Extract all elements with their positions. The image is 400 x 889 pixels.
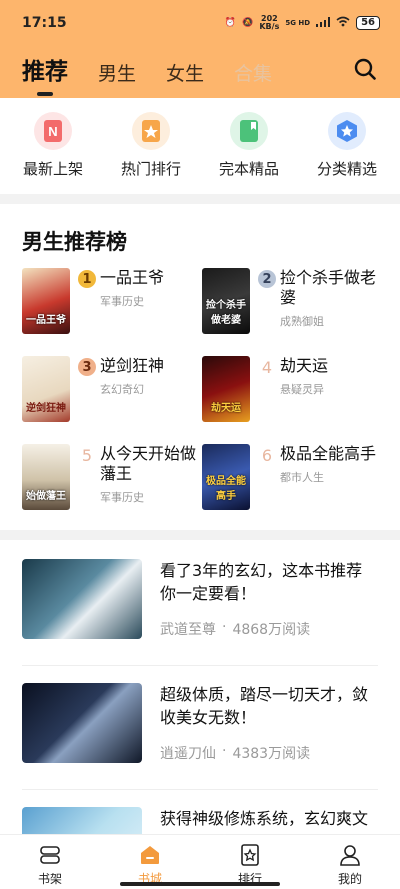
book-cover: 捡个杀手做老婆	[202, 268, 250, 334]
bookshelf-icon	[40, 846, 60, 864]
wifi-icon	[336, 16, 350, 30]
hot-icon	[132, 112, 170, 150]
network-speed: 202 KB/s	[259, 15, 279, 31]
feed-read-count: 4868万阅读	[232, 622, 311, 638]
mute-icon: 🔕	[242, 18, 254, 28]
book-cover: 极品全能高手	[202, 444, 250, 510]
nav-ranking[interactable]: 排行	[210, 835, 290, 889]
nav-label: 书架	[37, 872, 62, 886]
feed-card[interactable]: 看了3年的玄幻，这本书推荐你一定要看！ 武道至尊 · 4868万阅读	[22, 542, 378, 666]
feed-book-name: 武道至尊	[160, 622, 216, 638]
rank-badge: 2	[258, 270, 276, 288]
rank-title: 男生推荐榜	[22, 230, 127, 254]
quick-label: 热门排行	[120, 160, 181, 178]
book-title: 从今天开始做藩王	[100, 444, 197, 483]
nav-label: 我的	[337, 872, 362, 886]
feed-book-name: 逍遥刀仙	[160, 746, 216, 762]
rank-number: 4	[261, 357, 273, 377]
book-category: 都市人生	[280, 471, 324, 484]
profile-icon	[340, 845, 360, 866]
feed-title: 获得神级修炼系统，玄幻爽文	[160, 809, 369, 828]
rank-badge: 1	[78, 270, 96, 288]
network-type: 5G HD	[285, 19, 311, 27]
alarm-icon: ⏰	[224, 18, 237, 28]
cover-title: 始做藩王	[26, 491, 66, 502]
tab-male[interactable]: 男生	[98, 59, 136, 86]
book-title: 劫天运	[280, 356, 329, 375]
book-title: 捡个杀手做老婆	[280, 268, 377, 307]
book-category: 玄幻奇幻	[100, 383, 144, 396]
rank-item[interactable]: 始做藩王 5 从今天开始做藩王 军事历史	[22, 444, 202, 532]
top-header: 17:15 ⏰ 🔕 202 KB/s 5G HD 56 推荐 男生 女生 合集	[0, 0, 400, 98]
book-category: 军事历史	[100, 295, 144, 308]
book-icon	[230, 112, 268, 150]
status-icons: ⏰ 🔕 202 KB/s 5G HD 56	[225, 15, 380, 31]
meta-separator: ·	[222, 743, 227, 759]
quick-item-category[interactable]: 分类精选	[301, 112, 393, 192]
rank-item[interactable]: 劫天运 4 劫天运 悬疑灵异	[202, 356, 382, 444]
home-indicator	[120, 882, 280, 886]
bookstore-icon	[141, 846, 159, 864]
nav-profile[interactable]: 我的	[310, 835, 390, 889]
feed-cover-image	[22, 683, 142, 763]
rank-item[interactable]: 一品王爷 1 一品王爷 军事历史	[22, 268, 202, 356]
book-category: 悬疑灵异	[280, 383, 324, 396]
feed-card[interactable]: 超级体质，踏尽一切天才，敛收美女无数！ 逍遥刀仙 · 4383万阅读	[22, 666, 378, 790]
tab-collection[interactable]: 合集	[234, 59, 272, 86]
book-cover: 劫天运	[202, 356, 250, 422]
svg-text:N: N	[48, 124, 57, 139]
quick-item-newest[interactable]: N 最新上架	[7, 112, 99, 192]
speed-unit: KB/s	[259, 22, 280, 31]
cover-title: 捡个杀手做老婆	[206, 300, 246, 326]
cover-title: 极品全能高手	[206, 476, 246, 502]
status-time: 17:15	[22, 15, 67, 31]
rank-badge: 3	[78, 358, 96, 376]
feed-title: 看了3年的玄幻，这本书推荐你一定要看！	[160, 561, 363, 603]
quick-item-finished[interactable]: 完本精品	[203, 112, 295, 192]
feed-read-count: 4383万阅读	[232, 746, 311, 762]
book-cover: 始做藩王	[22, 444, 70, 510]
ranking-icon	[241, 844, 259, 866]
book-category: 军事历史	[100, 491, 144, 504]
tab-recommend[interactable]: 推荐	[22, 52, 68, 86]
signal-icon	[316, 16, 331, 30]
meta-separator: ·	[222, 619, 227, 635]
feed-cover-image	[22, 559, 142, 639]
category-icon	[328, 112, 366, 150]
book-cover: 逆剑狂神	[22, 356, 70, 422]
rank-item[interactable]: 极品全能高手 6 极品全能高手 都市人生	[202, 444, 382, 532]
book-category: 成熟御姐	[280, 315, 324, 328]
book-cover: 一品王爷	[22, 268, 70, 334]
cover-title: 一品王爷	[26, 315, 66, 326]
new-icon: N	[34, 112, 72, 150]
section-divider	[0, 530, 400, 540]
rank-item[interactable]: 捡个杀手做老婆 2 捡个杀手做老婆 成熟御姐	[202, 268, 382, 356]
quick-item-hot[interactable]: 热门排行	[105, 112, 197, 192]
cover-title: 逆剑狂神	[26, 403, 66, 414]
book-title: 逆剑狂神	[100, 356, 165, 375]
tab-female[interactable]: 女生	[166, 59, 204, 86]
quick-entries: N 最新上架 热门排行 完本精品 分类精选	[0, 112, 400, 192]
bottom-nav: 书架 书城 排行 我的	[0, 834, 400, 889]
rank-number: 6	[261, 445, 273, 465]
nav-bookshelf[interactable]: 书架	[10, 835, 90, 889]
section-divider	[0, 194, 400, 204]
quick-label: 最新上架	[22, 160, 83, 178]
book-title: 极品全能高手	[280, 444, 377, 463]
rank-item[interactable]: 逆剑狂神 3 逆剑狂神 玄幻奇幻	[22, 356, 202, 444]
feed-title: 超级体质，踏尽一切天才，敛收美女无数！	[160, 685, 369, 727]
nav-bookstore[interactable]: 书城	[110, 835, 190, 889]
status-bar: 17:15 ⏰ 🔕 202 KB/s 5G HD 56	[0, 0, 400, 46]
quick-label: 完本精品	[218, 160, 279, 178]
rank-number: 5	[81, 445, 93, 465]
quick-label: 分类精选	[316, 160, 377, 178]
top-tabs: 推荐 男生 女生 合集	[22, 52, 272, 86]
battery-indicator: 56	[356, 16, 380, 30]
search-icon[interactable]	[354, 58, 376, 80]
rank-list: 一品王爷 1 一品王爷 军事历史 捡个杀手做老婆 2 捡个杀手做老婆 成熟御姐	[22, 268, 382, 532]
book-title: 一品王爷	[100, 268, 165, 287]
cover-title: 劫天运	[211, 403, 241, 414]
